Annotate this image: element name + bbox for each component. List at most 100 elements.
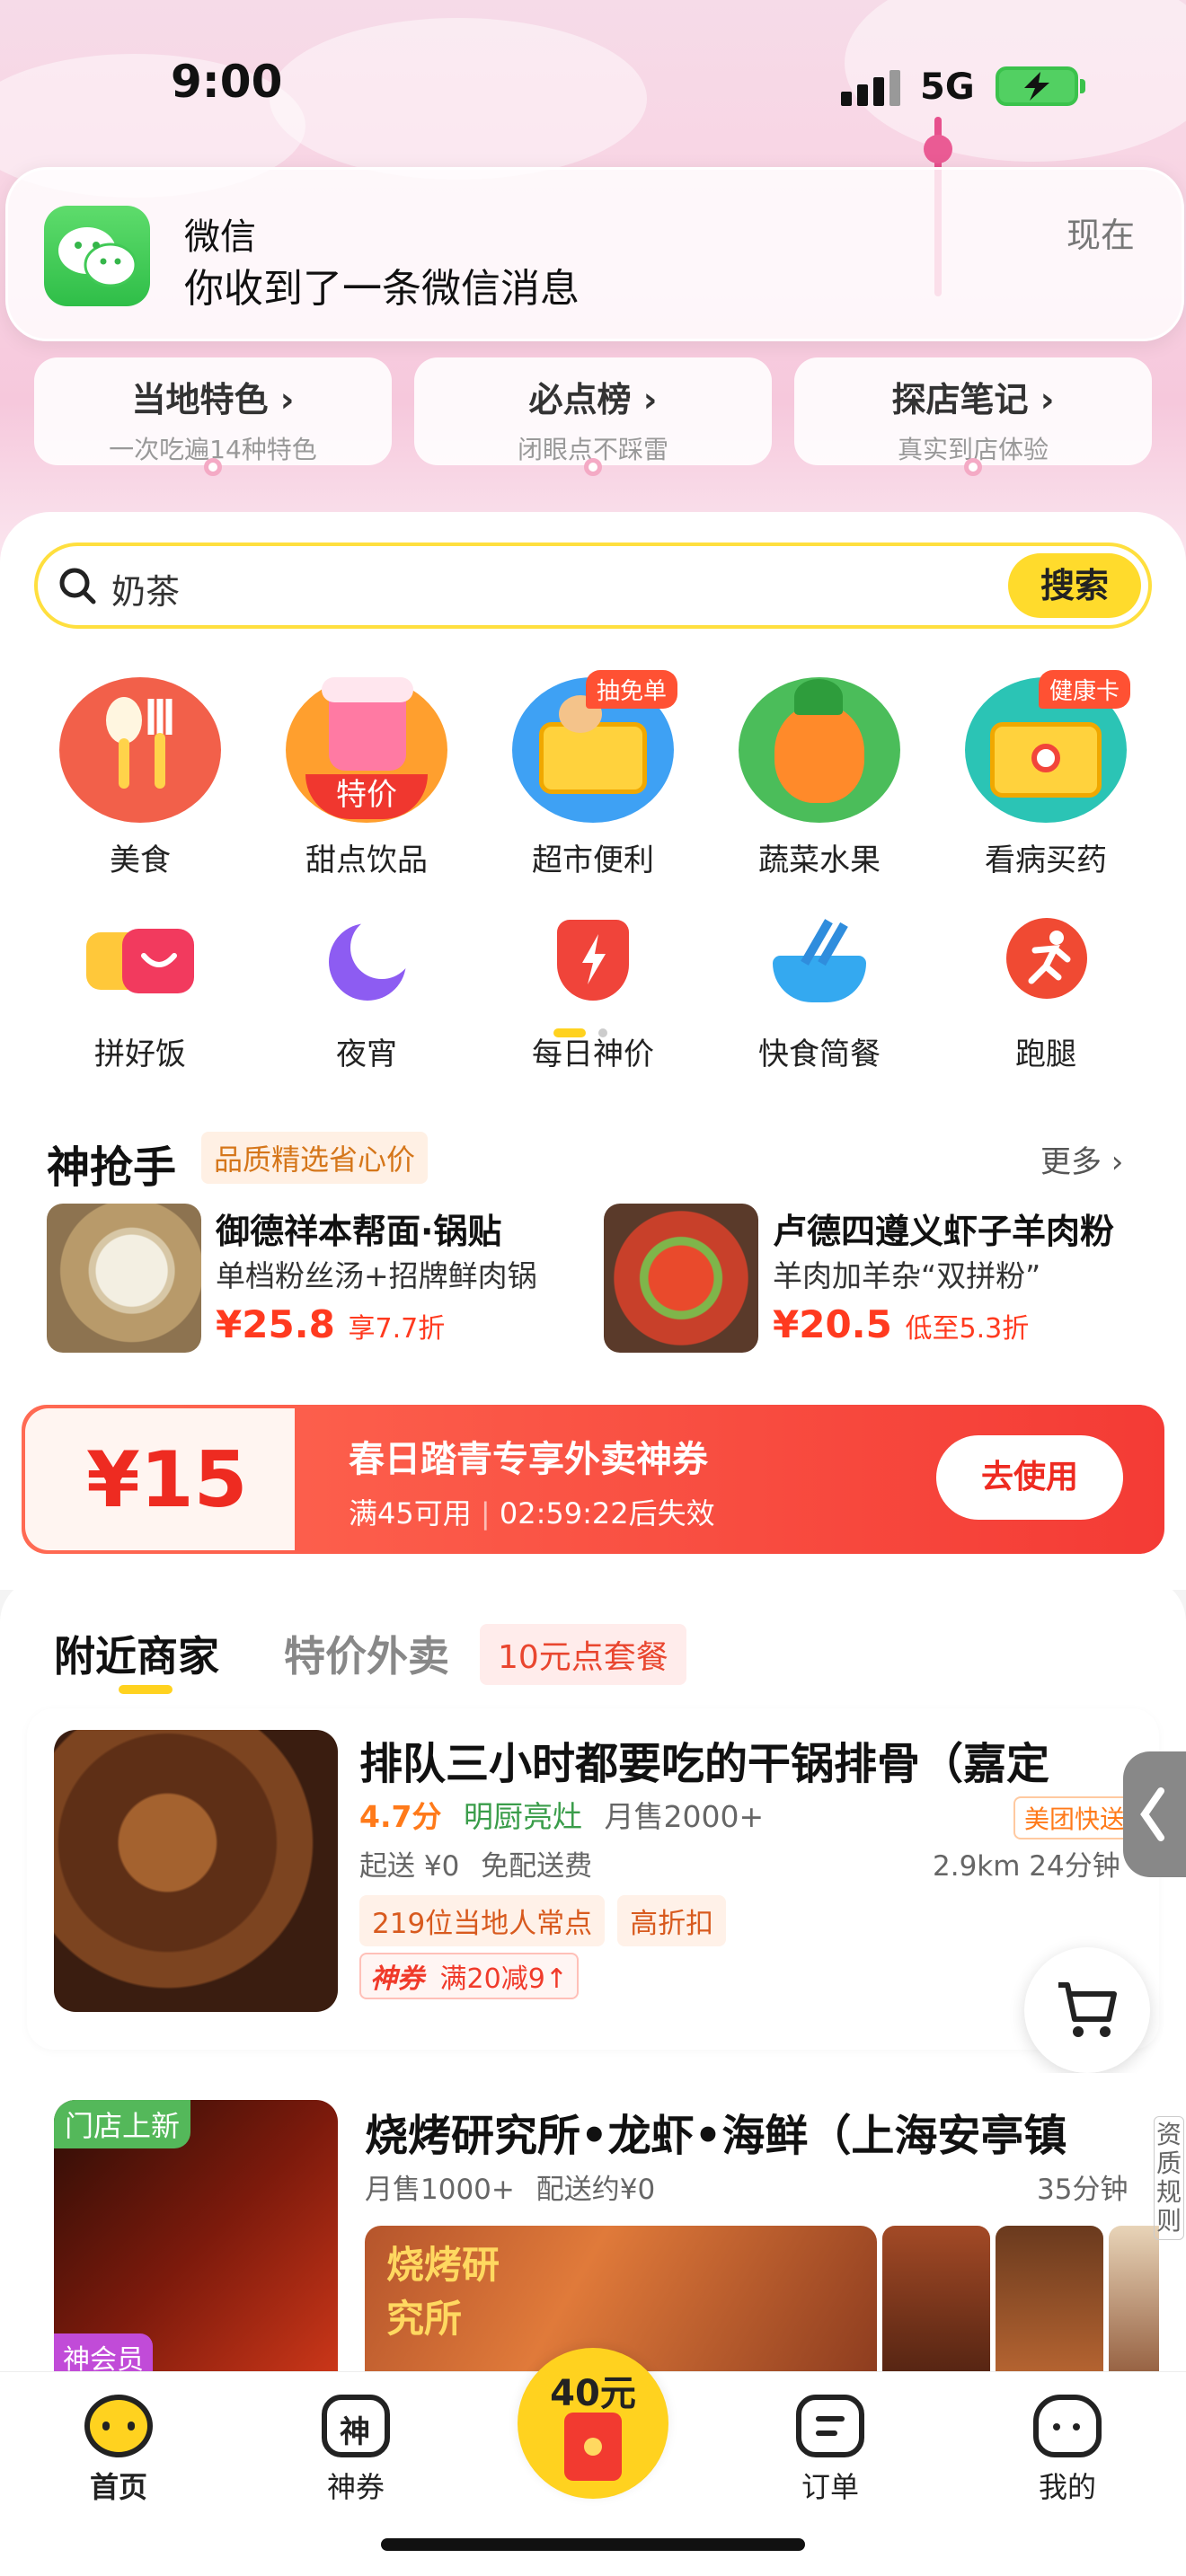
deal-desc: 单档粉丝汤+招牌鲜肉锅	[216, 1258, 537, 1293]
order-icon	[796, 2395, 864, 2457]
coupon-amount: ¥15	[86, 1435, 248, 1525]
category-label: 每日神价	[532, 1037, 654, 1072]
category-dessert-drinks[interactable]: 特价 甜点饮品	[277, 677, 456, 879]
category-vegetables-fruit[interactable]: 蔬菜水果	[730, 677, 909, 879]
tab-combo[interactable]: 10元点套餐	[480, 1624, 686, 1685]
store-name: 排队三小时都要吃的干锅排骨（嘉定	[359, 1739, 1050, 1789]
distance-time: 2.9km 24分钟	[933, 1850, 1120, 1883]
new-store-badge: 门店上新	[54, 2100, 191, 2148]
runner-icon	[992, 916, 1100, 1006]
store-image	[54, 1730, 338, 2012]
store-sales: 月售1000+	[365, 2174, 515, 2206]
tab-special[interactable]: 特价外卖	[284, 1624, 449, 1683]
page-indicator	[598, 1028, 607, 1037]
use-coupon-button[interactable]: 去使用	[936, 1435, 1123, 1520]
red-packet-amount: 40元	[550, 2373, 636, 2414]
category-group-meal[interactable]: 拼好饭	[50, 916, 230, 1073]
min-order: 起送 ¥0	[359, 1850, 460, 1883]
category-label: 超市便利	[532, 842, 654, 878]
search-input[interactable]: 奶茶	[111, 564, 180, 613]
signal-icon	[841, 70, 906, 106]
deals-subtitle: 品质精选省心价	[201, 1132, 429, 1184]
nav-label: 神券	[326, 2470, 385, 2504]
pill-title: 探店笔记 ›	[891, 380, 1055, 419]
deal-name: 御德祥本帮面·锅贴	[216, 1212, 502, 1251]
nav-home[interactable]: 首页	[56, 2395, 181, 2506]
search-bar[interactable]: 奶茶 搜索	[34, 543, 1152, 629]
qualification-rules-link[interactable]: 资质规则	[1154, 2116, 1184, 2240]
deals-more-link[interactable]: 更多 ›	[1040, 1137, 1123, 1181]
store-name: 烧烤研究所•龙虾•海鲜（上海安亭镇	[365, 2111, 1067, 2161]
nav-orders[interactable]: 订单	[767, 2395, 893, 2506]
coupon-icon: 神	[322, 2395, 390, 2457]
pill-local-specialty[interactable]: 当地特色 › 一次吃遍14种特色	[34, 357, 392, 476]
category-supermarket[interactable]: 抽免单 超市便利	[503, 670, 683, 879]
pill-must-order[interactable]: 必点榜 › 闭眼点不踩雷	[414, 357, 772, 476]
battery-charging-icon	[996, 66, 1085, 106]
deals-title: 神抢手	[47, 1142, 177, 1193]
deal-price: ¥20.5 低至5.3折	[773, 1302, 1029, 1346]
store-sales: 月售2000+	[604, 1799, 765, 1834]
medical-basket-icon: 健康卡	[965, 670, 1130, 823]
deal-price: ¥25.8 享7.7折	[216, 1302, 445, 1346]
coupon-title: 春日踏青专享外卖神券	[349, 1439, 708, 1480]
notification-message: 你收到了一条微信消息	[184, 266, 580, 312]
wechat-notification[interactable]: 微信 你收到了一条微信消息 现在	[5, 167, 1184, 341]
category-label: 快食简餐	[758, 1037, 881, 1072]
category-errand[interactable]: 跑腿	[956, 916, 1136, 1073]
moon-icon	[313, 916, 420, 1006]
category-label: 蔬菜水果	[758, 842, 881, 878]
search-button[interactable]: 搜索	[1008, 553, 1141, 618]
cart-icon	[1058, 1982, 1117, 2037]
pill-dot	[964, 458, 982, 476]
category-label: 看病买药	[985, 842, 1107, 878]
nav-label: 我的	[1038, 2470, 1096, 2504]
category-medicine[interactable]: 健康卡 看病买药	[956, 670, 1136, 879]
deal-image	[47, 1204, 201, 1353]
category-late-night[interactable]: 夜宵	[277, 916, 456, 1073]
pill-shop-notes[interactable]: 探店笔记 › 真实到店体验	[794, 357, 1152, 476]
category-tag: 抽免单	[585, 670, 677, 709]
tab-nearby[interactable]: 附近商家	[54, 1624, 219, 1683]
notification-app-name: 微信	[184, 216, 256, 258]
category-label: 夜宵	[336, 1037, 397, 1072]
nav-coupons[interactable]: 神 神券	[293, 2395, 419, 2506]
deal-image	[604, 1204, 758, 1353]
delivery-fee: 配送约¥0	[535, 2174, 656, 2206]
coupon-banner[interactable]: ¥15 春日踏青专享外卖神券 满45可用 | 02:59:22后失效 去使用	[22, 1405, 1164, 1554]
store-tag: 219位当地人常点	[359, 1895, 606, 1946]
nav-label: 首页	[89, 2470, 147, 2504]
carrot-icon	[739, 677, 900, 823]
pill-title: 当地特色 ›	[131, 380, 295, 419]
coupon-subline: 满45可用 | 02:59:22后失效	[349, 1496, 715, 1531]
category-label: 跑腿	[1015, 1037, 1076, 1072]
store-fees: 起送 ¥0 免配送费	[359, 1843, 592, 1883]
category-daily-deal[interactable]: 每日神价	[503, 916, 683, 1073]
deal-discount: 享7.7折	[348, 1313, 446, 1345]
deals-card: 神抢手 品质精选省心价 更多 › 御德祥本帮面·锅贴 单档粉丝汤+招牌鲜肉锅 ¥…	[22, 1110, 1164, 1383]
store-meta: 4.7分 明厨亮灶 月售2000+	[359, 1793, 764, 1836]
nav-profile[interactable]: 我的	[1005, 2395, 1130, 2506]
pill-dot	[584, 458, 602, 476]
store-coupon[interactable]: 神券 满20减9↑	[359, 1953, 579, 1999]
cart-button[interactable]	[1024, 1947, 1150, 2073]
delivery-time: 35分钟	[1037, 2174, 1128, 2206]
store-tag: 高折扣	[617, 1895, 727, 1946]
side-collapse-tab[interactable]	[1123, 1751, 1186, 1877]
deal-price-value: ¥25.8	[216, 1302, 335, 1346]
store-card[interactable]: 排队三小时都要吃的干锅排骨（嘉定 4.7分 明厨亮灶 月售2000+ 美团快送 …	[27, 1708, 1159, 2050]
profile-icon	[1033, 2395, 1102, 2457]
lightning-tag-icon	[539, 916, 647, 1006]
deal-name: 卢德四遵义虾子羊肉粉	[773, 1212, 1115, 1251]
page-indicator-active	[553, 1028, 586, 1037]
store-meta: 月售1000+ 配送约¥0	[365, 2166, 655, 2207]
pill-dot	[204, 458, 222, 476]
category-quick-meal[interactable]: 快食简餐	[730, 916, 909, 1073]
home-indicator	[381, 2538, 805, 2551]
drink-cup-icon: 特价	[286, 677, 447, 823]
red-packet-icon	[564, 2413, 622, 2481]
kitchen-label: 明厨亮灶	[463, 1799, 582, 1834]
nav-red-packet[interactable]: 40元	[518, 2348, 668, 2499]
home-face-icon	[84, 2395, 153, 2457]
category-food[interactable]: 美食	[50, 677, 230, 879]
